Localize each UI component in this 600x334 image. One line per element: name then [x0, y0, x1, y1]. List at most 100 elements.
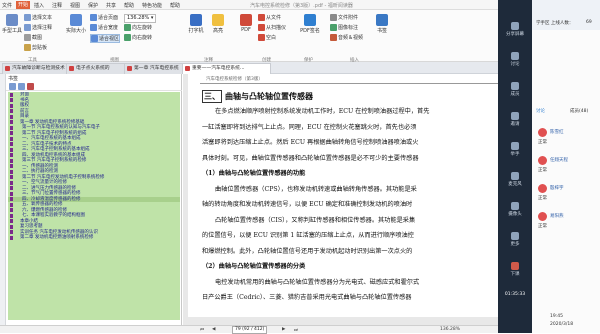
- member-name[interactable]: 殷梓宇: [550, 185, 564, 191]
- file-icon: [258, 14, 265, 21]
- body-line: 在多点燃油顺序喷射控制系统发动机工作时，ECU 在控制喷油器过程中，首先: [215, 108, 430, 115]
- body-line: 活塞即将到达压缩上止点。然后 ECU 再根据曲轴转角信号控制喷油器喷油或火: [202, 139, 419, 146]
- member-avatar: [538, 212, 547, 221]
- menu-help-2[interactable]: 帮助: [170, 2, 180, 9]
- pdf-sign-button[interactable]: PDF签名: [300, 14, 320, 34]
- pdf-tab-icon: [127, 66, 132, 71]
- tab-discussion[interactable]: 讨论: [536, 108, 545, 114]
- clipboard-button[interactable]: 剪贴板: [24, 44, 47, 51]
- tab-document-2[interactable]: 电子点火系统的: [66, 63, 133, 74]
- rotate-left-button[interactable]: 向左旋转: [124, 24, 152, 31]
- menu-help[interactable]: 帮助: [124, 2, 134, 9]
- expand-icon[interactable]: [9, 83, 16, 90]
- power-icon: [511, 262, 519, 270]
- menu-comment[interactable]: 注释: [52, 2, 62, 9]
- typewriter-button[interactable]: 打字机: [186, 14, 206, 34]
- menu-features[interactable]: 特色功能: [142, 2, 162, 9]
- body-line: 电控发动机常用的曲轴与凸轮轴位置传感器分为光电式、磁感应式和霍尔式: [215, 278, 420, 286]
- create-pdf-button[interactable]: PDF: [236, 14, 256, 33]
- body-line: 轴的转动角度和发动机转速信号，以便 ECU 确定和准确控制发动机的喷油时: [202, 201, 413, 208]
- more-button[interactable]: 更多: [500, 232, 530, 247]
- bookmark-button[interactable]: 书签: [372, 14, 392, 34]
- rotate-left-icon: [124, 24, 131, 31]
- menu-insert[interactable]: 插入: [34, 2, 44, 9]
- snapshot-button[interactable]: 截图: [24, 34, 42, 41]
- hand-tool-button[interactable]: 手型工具: [2, 14, 22, 34]
- rotate-right-button[interactable]: 向右旋转: [124, 34, 152, 41]
- section-number: 三、: [202, 90, 222, 103]
- image-annotation-button[interactable]: 图像标注: [330, 24, 358, 31]
- menu-home[interactable]: 开始: [16, 1, 31, 9]
- raise-hand-button[interactable]: 举手: [500, 142, 530, 157]
- member-avatar: [538, 156, 547, 165]
- zoom-select[interactable]: 136.28% ▾: [124, 14, 157, 23]
- tab-document-1[interactable]: 汽车故障诊断与检测技术: [2, 63, 75, 74]
- clock-time: 19:45: [550, 314, 563, 319]
- camera-icon: [511, 202, 519, 210]
- tab-document-3[interactable]: 第一章 汽车电控系统: [124, 63, 191, 74]
- end-class-button[interactable]: 下课: [500, 262, 530, 277]
- tab-document-4[interactable]: 重要——汽车电控系统...: [182, 63, 271, 74]
- select-text-button[interactable]: 选择文本: [24, 14, 52, 21]
- nav-first-icon[interactable]: ⏮: [200, 327, 204, 333]
- class-timer: 01:35:33: [504, 292, 526, 297]
- pdf-tab-icon: [5, 66, 10, 71]
- select-annotation-button[interactable]: 选择注释: [24, 24, 52, 31]
- file-attachment-button[interactable]: 文件附件: [330, 14, 358, 21]
- scanner-icon: [258, 24, 265, 31]
- share-screen-button[interactable]: 分享屏幕: [500, 22, 530, 37]
- member-name[interactable]: 易阳燕: [550, 213, 564, 219]
- menu-protect[interactable]: 保护: [88, 2, 98, 9]
- body-line: 和爆燃控制。此外，凸轮轴位置信号还用于发动机起动时识别出第一次点火的: [202, 247, 413, 255]
- status-bar: ⏮ ◀ 79 (92 / 412) ▶ ⏭ 136.28%: [0, 325, 498, 334]
- discussion-button[interactable]: 讨论: [500, 52, 530, 67]
- fit-page-button[interactable]: 适合页面: [90, 14, 118, 21]
- hand-icon: [6, 14, 18, 26]
- nav-next-icon[interactable]: ▶: [282, 327, 285, 332]
- member-status: 正常: [538, 168, 547, 173]
- nav-prev-icon[interactable]: ◀: [212, 327, 215, 332]
- actual-size-button[interactable]: 实际大小: [66, 14, 86, 34]
- people-icon: [511, 82, 519, 90]
- bookmark-panel: 书签 封面 书名 版权 前言 目录 第一章 发动机电控系统检修基础 第一节 汽车电控系统的认…: [6, 74, 182, 325]
- member-name[interactable]: 陈雪红: [550, 129, 564, 135]
- members-button[interactable]: 成员: [500, 82, 530, 97]
- bookmark-icon: [376, 14, 388, 26]
- rotate-right-icon: [124, 34, 131, 41]
- fit-visible-button[interactable]: 适合视区: [90, 34, 121, 43]
- window-title: 汽车电控系统检修（第3版）.pdf - 福昕阅读器: [250, 3, 353, 9]
- collapse-icon[interactable]: [18, 83, 25, 90]
- camera-icon: [24, 34, 31, 41]
- microphone-button[interactable]: 麦克风: [500, 172, 530, 187]
- from-file-button[interactable]: 从文件: [258, 14, 281, 21]
- delete-icon[interactable]: [27, 83, 34, 90]
- from-scanner-button[interactable]: 从扫描仪: [258, 24, 286, 31]
- nav-last-icon[interactable]: ⏭: [294, 327, 298, 333]
- page-icon: [70, 14, 82, 26]
- microphone-icon: [511, 172, 519, 180]
- highlight-button[interactable]: 高亮: [208, 14, 228, 34]
- camera-button[interactable]: 摄像头: [500, 202, 530, 217]
- member-avatar: [538, 184, 547, 193]
- arrow-icon: [24, 24, 31, 31]
- sign-icon: [304, 14, 316, 26]
- body-line: 一缸活塞即将到达排气上止点。同理，ECU 在控制火花塞跳火时，首先也必须: [202, 123, 417, 131]
- tab-members[interactable]: 成员(48): [570, 108, 588, 114]
- pdf-tab-icon: [69, 66, 74, 71]
- member-name[interactable]: 任翔天程: [550, 157, 568, 163]
- blank-page-button[interactable]: 空白: [258, 34, 276, 41]
- invite-icon: [511, 112, 519, 120]
- chat-icon: [511, 52, 519, 60]
- audio-video-button[interactable]: 音频＆视频: [330, 34, 363, 41]
- invite-button[interactable]: 邀请: [500, 112, 530, 127]
- bookmark-item[interactable]: 第二章 发动机电控燃油喷射系统检修: [8, 235, 180, 241]
- menu-file[interactable]: 文件: [2, 2, 12, 9]
- fit-width-button[interactable]: 适合宽度: [90, 24, 118, 31]
- fit-page-icon: [90, 14, 97, 21]
- body-line: 具体时刻。可见，曲轴位置传感器和凸轮轴位置传感器是必不可少的主要传感器: [202, 154, 419, 162]
- menu-share[interactable]: 共享: [106, 2, 116, 9]
- pdf-icon: [240, 14, 252, 26]
- menu-view[interactable]: 视图: [70, 2, 80, 9]
- class-online-label: 学手区 上线人数：: [536, 21, 574, 26]
- zoom-level[interactable]: 136.28%: [440, 327, 460, 332]
